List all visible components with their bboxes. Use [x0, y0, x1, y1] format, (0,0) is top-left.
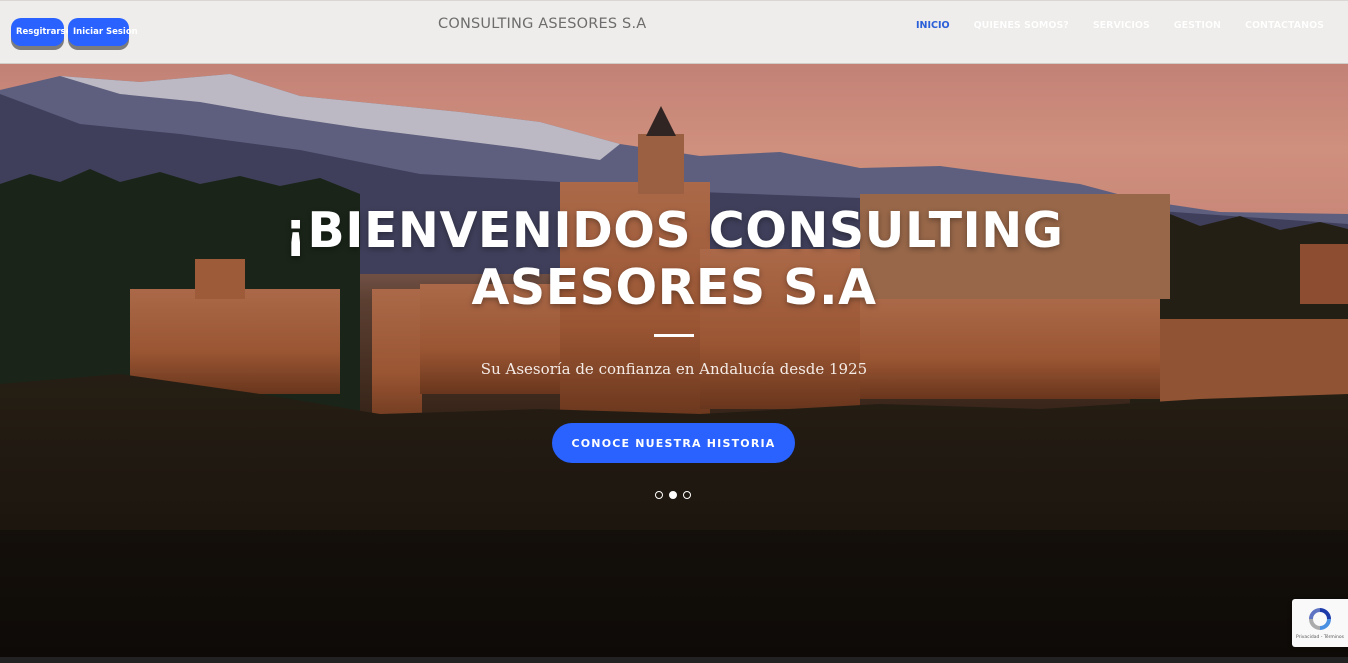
recaptcha-icon [1309, 608, 1331, 630]
nav-item-gestion[interactable]: GESTION [1162, 20, 1233, 31]
slider-dot-1[interactable] [655, 491, 663, 499]
nav-item-contactanos[interactable]: CONTACTANOS [1233, 20, 1336, 31]
recaptcha-footer: Privacidad - Términos [1296, 635, 1344, 640]
hero-subtitle: Su Asesoría de confianza en Andalucía de… [480, 360, 868, 378]
slider-dots [655, 491, 691, 499]
recaptcha-badge[interactable]: Privacidad - Términos [1292, 599, 1348, 647]
register-button[interactable]: Resgitrarse [11, 18, 71, 46]
hero-divider [654, 334, 694, 337]
slider-dot-2[interactable] [669, 491, 677, 499]
hero-title: ¡BIENVENIDOS CONSULTING ASESORES S.A [0, 202, 1348, 316]
nav-item-servicios[interactable]: SERVICIOS [1081, 20, 1162, 31]
hero-title-line2: ASESORES S.A [471, 259, 877, 316]
main-nav: INICIO QUIENES SOMOS? SERVICIOS GESTION … [904, 20, 1336, 31]
bottom-strip [0, 657, 1348, 663]
top-navigation-bar: Resgitrarse Iniciar Sesion CONSULTING AS… [0, 0, 1348, 64]
brand-title: CONSULTING ASESORES S.A [438, 16, 647, 32]
nav-item-inicio[interactable]: INICIO [904, 20, 962, 31]
login-button[interactable]: Iniciar Sesion [68, 18, 138, 46]
slider-dot-3[interactable] [683, 491, 691, 499]
conoce-historia-button[interactable]: CONOCE NUESTRA HISTORIA [552, 423, 795, 463]
hero-lower-shade [0, 530, 1348, 657]
nav-item-quienes-somos[interactable]: QUIENES SOMOS? [962, 20, 1081, 31]
hero-slider: ¡BIENVENIDOS CONSULTING ASESORES S.A Su … [0, 64, 1348, 657]
hero-title-line1: ¡BIENVENIDOS CONSULTING [284, 202, 1064, 259]
